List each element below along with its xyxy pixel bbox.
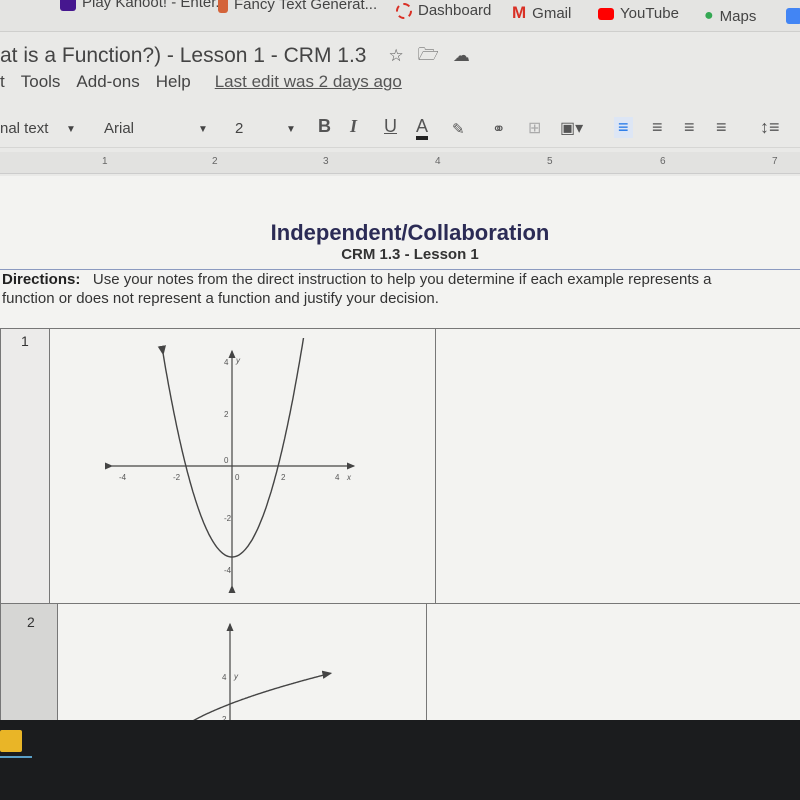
x-tick-label: 4 [335, 473, 340, 482]
ruler-mark: 4 [435, 156, 441, 167]
comment-icon[interactable]: ⊞ [528, 118, 541, 138]
x-tick-label: -4 [119, 473, 127, 482]
directions-line2: function or does not represent a functio… [2, 290, 439, 307]
text-color-button[interactable]: A [416, 116, 429, 140]
app-icon[interactable] [0, 730, 22, 752]
parabola-curve [157, 338, 310, 558]
bookmarks-bar: Play Kahoot! - Enter... Fancy Text Gener… [0, 0, 800, 32]
highlight-icon[interactable]: ✎ [452, 120, 465, 138]
y-tick-label: 0 [224, 456, 229, 465]
ruler[interactable]: 1 2 3 4 5 6 7 [0, 152, 800, 174]
ruler-mark: 2 [212, 156, 218, 167]
menu-help[interactable]: Help [156, 72, 191, 92]
x-tick-label: 0 [235, 473, 240, 482]
justify-icon[interactable]: ≡ [716, 117, 727, 138]
bookmark-extra[interactable] [786, 8, 800, 24]
y-axis-label: y [233, 672, 239, 681]
directions-label: Directions: [2, 271, 81, 288]
chevron-down-icon[interactable]: ▼ [66, 124, 76, 135]
toolbar: nal text ▼ Arial ▼ 2 ▼ B I U A ✎ ⚭ ⊞ ▣▾ … [0, 110, 800, 148]
align-left-icon[interactable]: ≡ [614, 117, 633, 138]
bookmark-youtube[interactable]: YouTube [598, 5, 679, 22]
move-folder-icon[interactable]: 🗁 [418, 42, 439, 71]
align-center-icon[interactable]: ≡ [652, 117, 663, 138]
ruler-mark: 1 [102, 156, 108, 167]
bookmark-gmail[interactable]: M Gmail [512, 3, 571, 23]
row-number-cell[interactable]: 2 [0, 603, 58, 733]
y-tick-label: 2 [224, 410, 229, 419]
italic-button[interactable]: I [350, 116, 357, 137]
link-icon[interactable]: ⚭ [492, 119, 505, 139]
dashboard-icon [396, 2, 412, 19]
underline-button[interactable]: U [384, 116, 397, 137]
style-select[interactable]: nal text [0, 120, 48, 137]
maps-icon: ● [704, 7, 714, 24]
justification-cell[interactable] [435, 328, 800, 604]
taskbar-indicator [0, 756, 32, 758]
ruler-mark: 7 [772, 156, 778, 167]
directions: Directions: Use your notes from the dire… [2, 270, 800, 308]
menu-format[interactable]: t [0, 72, 5, 92]
heading: Independent/Collaboration [270, 220, 550, 245]
subheading: CRM 1.3 - Lesson 1 [341, 246, 479, 263]
bookmark-kahoot[interactable]: Play Kahoot! - Enter... [60, 0, 228, 11]
font-size-select[interactable]: 2 [235, 120, 243, 137]
row-number: 1 [21, 333, 29, 349]
menu-tools[interactable]: Tools [21, 72, 61, 92]
line-spacing-icon[interactable]: ↕≡ [760, 117, 780, 138]
bookmark-maps[interactable]: ● Maps [704, 7, 756, 25]
y-tick-label: 4 [224, 358, 229, 367]
bold-button[interactable]: B [318, 116, 331, 137]
graph-1: -4 -2 0 2 4 4 2 0 -2 -4 x y [104, 338, 356, 594]
x-tick-label: -2 [173, 473, 181, 482]
bookmark-icon [786, 8, 800, 24]
ruler-mark: 3 [323, 156, 329, 167]
x-axis-label: x [346, 473, 352, 482]
cloud-status-icon[interactable]: ☁ [453, 46, 470, 66]
bookmark-dashboard[interactable]: Dashboard [396, 2, 491, 19]
title-row: at is a Function?) - Lesson 1 - CRM 1.3 … [0, 40, 470, 72]
justification-cell[interactable] [426, 603, 800, 733]
ruler-mark: 6 [660, 156, 666, 167]
row-number-cell[interactable]: 1 [0, 328, 50, 604]
directions-line1: Use your notes from the direct instructi… [92, 271, 712, 288]
document-page[interactable]: Independent/Collaboration CRM 1.3 - Less… [0, 176, 800, 733]
align-right-icon[interactable]: ≡ [684, 117, 695, 138]
graph-2: 420y [179, 622, 333, 728]
y-tick-label: 4 [222, 673, 227, 682]
menu-bar: t Tools Add-ons Help Last edit was 2 day… [0, 72, 402, 92]
document-title[interactable]: at is a Function?) - Lesson 1 - CRM 1.3 [0, 44, 367, 68]
menu-add-ons[interactable]: Add-ons [76, 72, 139, 92]
screen-bezel [0, 720, 800, 800]
youtube-icon [598, 7, 614, 20]
examples-table: 1 2 -4 -2 0 2 4 4 2 0 -2 -4 x y 420y [0, 328, 800, 733]
kahoot-icon [60, 0, 76, 11]
y-tick-label: -2 [224, 514, 232, 523]
chevron-down-icon[interactable]: ▼ [286, 124, 296, 135]
star-icon[interactable]: ☆ [389, 46, 404, 66]
insert-image-icon[interactable]: ▣▾ [560, 118, 583, 138]
font-select[interactable]: Arial [104, 120, 134, 137]
ruler-mark: 5 [547, 156, 553, 167]
last-edit-link[interactable]: Last edit was 2 days ago [215, 72, 402, 92]
row-number: 2 [27, 614, 35, 630]
y-axis-label: y [235, 356, 241, 365]
bookmark-fancy-text[interactable]: Fancy Text Generat... [218, 0, 377, 13]
y-tick-label: -4 [224, 566, 232, 575]
bookmark-page-icon [218, 0, 228, 13]
x-tick-label: 2 [281, 473, 286, 482]
gmail-icon: M [512, 3, 527, 22]
chevron-down-icon[interactable]: ▼ [198, 124, 208, 135]
